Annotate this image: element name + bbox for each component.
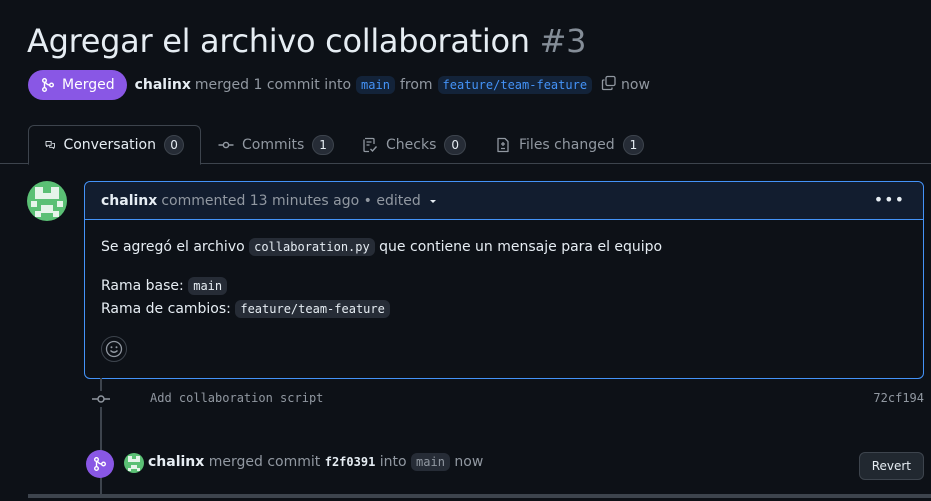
tab-conversation-count: 0	[164, 135, 184, 155]
git-commit-icon	[92, 391, 110, 407]
tab-commits-label: Commits	[242, 136, 305, 153]
merged-status-label: Merged	[62, 77, 115, 93]
pr-time: now	[621, 77, 650, 93]
commit-sha-link[interactable]: 72cf194	[873, 391, 924, 405]
commit-message-link[interactable]: Add collaboration script	[150, 391, 323, 405]
timeline-commit-item: Add collaboration script 72cf194	[84, 388, 924, 410]
pr-number: #3	[539, 22, 587, 60]
head-branch-link[interactable]: feature/team-feature	[437, 76, 593, 94]
checklist-icon	[363, 137, 378, 152]
merge-event-text: chalinx merged commit f2f0391 into main …	[148, 453, 484, 471]
pr-tabs: Conversation 0 Commits 1 Checks 0 Files …	[0, 125, 931, 165]
base-branch-link[interactable]: main	[356, 76, 395, 94]
merge-commit-sha-link[interactable]: f2f0391	[325, 455, 376, 469]
pr-action-text: merged 1 commit into	[194, 77, 352, 93]
comment-line-2-code: main	[188, 277, 228, 295]
comment-line-3-label: Rama de cambios:	[101, 301, 231, 317]
git-merge-icon	[42, 78, 54, 92]
merged-status-badge: Merged	[28, 70, 127, 100]
merge-action-text: merged commit	[208, 454, 321, 470]
comment-meta[interactable]: commented 13 minutes ago • edited	[161, 193, 420, 209]
triangle-down-icon[interactable]	[427, 195, 439, 207]
comment-line-3: Rama de cambios: feature/team-feature	[101, 298, 907, 321]
tab-files-changed-count: 1	[622, 134, 645, 155]
pr-title-text: Agregar el archivo collaboration	[27, 22, 530, 60]
file-diff-icon	[497, 137, 509, 152]
copy-icon[interactable]	[601, 75, 617, 95]
pr-description-comment: chalinx commented 13 minutes ago • edite…	[84, 181, 924, 379]
revert-button[interactable]: Revert	[858, 452, 924, 480]
merge-target-branch[interactable]: main	[411, 453, 450, 471]
tab-files-changed[interactable]: Files changed 1	[479, 125, 660, 164]
tab-checks-count: 0	[444, 134, 467, 155]
pr-from-text: from	[399, 77, 433, 93]
comment-author-link[interactable]: chalinx	[101, 193, 157, 209]
merge-author-avatar[interactable]	[124, 453, 144, 473]
comment-line-2: Rama base: main	[101, 275, 907, 298]
comment-line-3-code: feature/team-feature	[235, 300, 390, 318]
git-commit-icon	[218, 141, 234, 148]
pr-author-link[interactable]: chalinx	[135, 77, 191, 93]
comment-header: chalinx commented 13 minutes ago • edite…	[85, 182, 923, 220]
comment-body: Se agregó el archivo collaboration.py qu…	[85, 220, 923, 337]
git-merge-icon	[86, 450, 114, 478]
merge-into-text: into	[379, 454, 407, 470]
merge-author-link[interactable]: chalinx	[148, 454, 204, 470]
pr-meta: Merged chalinx merged 1 commit into main…	[28, 70, 650, 100]
comment-line-1: Se agregó el archivo collaboration.py qu…	[101, 236, 907, 259]
tab-checks-label: Checks	[386, 136, 437, 153]
tab-checks[interactable]: Checks 0	[346, 125, 482, 164]
comment-line-2-label: Rama base:	[101, 278, 184, 294]
comment-line-1-code: collaboration.py	[249, 238, 375, 256]
author-avatar[interactable]	[27, 181, 67, 221]
timeline-merge-event: chalinx merged commit f2f0391 into main …	[86, 448, 931, 480]
comment-line-1-prefix: Se agregó el archivo	[101, 239, 245, 255]
smiley-icon	[105, 340, 123, 358]
tab-conversation-label: Conversation	[63, 137, 156, 153]
tab-commits[interactable]: Commits 1	[202, 125, 350, 164]
comment-line-1-suffix: que contiene un mensaje para el equipo	[379, 239, 663, 255]
kebab-menu-icon[interactable]: •••	[874, 190, 905, 209]
tab-commits-count: 1	[312, 134, 334, 155]
tab-files-changed-label: Files changed	[519, 136, 615, 153]
add-reaction-button[interactable]	[101, 336, 127, 362]
merge-status-bar	[28, 494, 931, 498]
comment-discussion-icon	[45, 140, 55, 150]
pr-title: Agregar el archivo collaboration #3	[27, 22, 587, 60]
merge-time: now	[454, 454, 484, 470]
tab-conversation[interactable]: Conversation 0	[28, 125, 201, 165]
